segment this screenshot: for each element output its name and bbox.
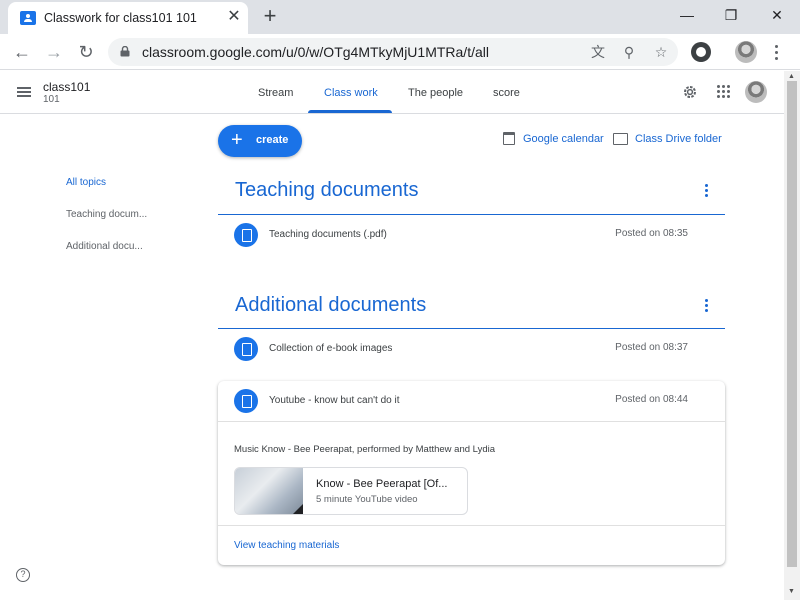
create-label: create (256, 134, 289, 146)
assignment-icon (234, 337, 258, 361)
google-calendar-link[interactable]: Google calendar (523, 133, 604, 145)
section-title: Teaching documents (235, 179, 419, 201)
folder-icon (613, 133, 628, 145)
tab-stream[interactable]: Stream (258, 87, 293, 99)
scroll-thumb[interactable] (787, 81, 797, 567)
minimize-button[interactable]: — (672, 4, 702, 26)
card-divider (218, 421, 725, 422)
topic-additional-documents[interactable]: Additional docu... (66, 241, 143, 252)
scroll-down-icon[interactable]: ▼ (788, 588, 795, 595)
tab-close-icon[interactable]: ✕ (226, 8, 242, 26)
star-icon[interactable]: ☆ (651, 42, 671, 62)
create-button[interactable]: + create (218, 125, 302, 157)
page-scrollbar[interactable]: ▲ ▼ (784, 71, 800, 600)
forward-button[interactable]: → (40, 38, 68, 66)
tab-title: Classwork for class101 101 (44, 11, 197, 25)
app-bar: class101 101 Stream Class work The peopl… (0, 71, 784, 114)
topic-teaching-documents[interactable]: Teaching docum... (66, 209, 147, 220)
browser-toolbar: ← → ↻ classroom.google.com/u/0/w/OTg4MTk… (0, 34, 800, 70)
attachment-title: Know - Bee Peerapat [Of... (316, 478, 448, 490)
help-icon[interactable]: ? (16, 568, 30, 582)
url-text[interactable]: classroom.google.com/u/0/w/OTg4MTkyMjU1M… (142, 44, 489, 60)
item-description: Music Know - Bee Peerapat, performed by … (234, 444, 496, 455)
topic-all[interactable]: All topics (66, 177, 106, 188)
item-date: Posted on 08:37 (615, 342, 688, 353)
youtube-attachment[interactable]: Know - Bee Peerapat [Of... 5 minute YouT… (234, 467, 468, 515)
tab-score[interactable]: score (493, 87, 520, 99)
browser-menu-icon[interactable] (770, 42, 784, 62)
classroom-page: class101 101 Stream Class work The peopl… (0, 71, 784, 600)
class-name[interactable]: class101 (43, 80, 90, 94)
browser-tab[interactable]: Classwork for class101 101 ✕ (8, 2, 248, 34)
calendar-icon (503, 132, 515, 145)
list-item[interactable]: Teaching documents (.pdf) Posted on 08:3… (218, 215, 725, 255)
class-section: 101 (43, 94, 60, 105)
card-divider (218, 525, 725, 526)
tab-people[interactable]: The people (408, 87, 463, 99)
reload-button[interactable]: ↻ (72, 38, 100, 66)
browser-profile-avatar[interactable] (735, 41, 757, 63)
gear-icon[interactable] (682, 84, 698, 100)
more-vert-icon[interactable] (703, 299, 709, 313)
extension-icon[interactable] (691, 42, 711, 62)
plus-icon: + (231, 129, 243, 151)
classroom-favicon-icon (20, 11, 36, 25)
class-drive-folder-link[interactable]: Class Drive folder (635, 133, 722, 145)
scroll-up-icon[interactable]: ▲ (788, 73, 795, 80)
account-avatar[interactable] (745, 81, 767, 103)
list-item[interactable]: Youtube - know but can't do it Posted on… (218, 381, 725, 421)
section-title: Additional documents (235, 294, 427, 316)
new-tab-button[interactable]: + (258, 4, 282, 28)
item-date: Posted on 08:44 (615, 394, 688, 405)
active-tab-indicator (308, 110, 392, 113)
address-bar[interactable]: classroom.google.com/u/0/w/OTg4MTkyMjU1M… (108, 38, 678, 66)
video-thumbnail (235, 468, 303, 514)
assignment-icon (234, 389, 258, 413)
restore-button[interactable]: ❐ (716, 4, 746, 26)
tab-classwork[interactable]: Class work (324, 87, 378, 99)
window-close-button[interactable]: ✕ (762, 4, 792, 26)
menu-icon[interactable] (17, 87, 31, 97)
translate-icon[interactable]: 文 (588, 42, 608, 62)
item-title: Teaching documents (.pdf) (269, 229, 387, 240)
more-vert-icon[interactable] (703, 184, 709, 198)
zoom-icon[interactable]: ⚲ (619, 42, 639, 62)
item-date: Posted on 08:35 (615, 228, 688, 239)
attachment-subtitle: 5 minute YouTube video (316, 494, 418, 505)
assignment-icon (234, 223, 258, 247)
browser-tabstrip: Classwork for class101 101 ✕ + — ❐ ✕ (0, 0, 800, 34)
lock-icon (120, 46, 130, 57)
view-materials-link[interactable]: View teaching materials (234, 540, 339, 551)
back-button[interactable]: ← (8, 38, 36, 66)
item-title: Youtube - know but can't do it (269, 395, 400, 406)
item-title: Collection of e-book images (269, 343, 393, 354)
expanded-item-card: Youtube - know but can't do it Posted on… (218, 381, 725, 565)
apps-icon[interactable] (717, 85, 731, 99)
list-item[interactable]: Collection of e-book images Posted on 08… (218, 329, 725, 369)
